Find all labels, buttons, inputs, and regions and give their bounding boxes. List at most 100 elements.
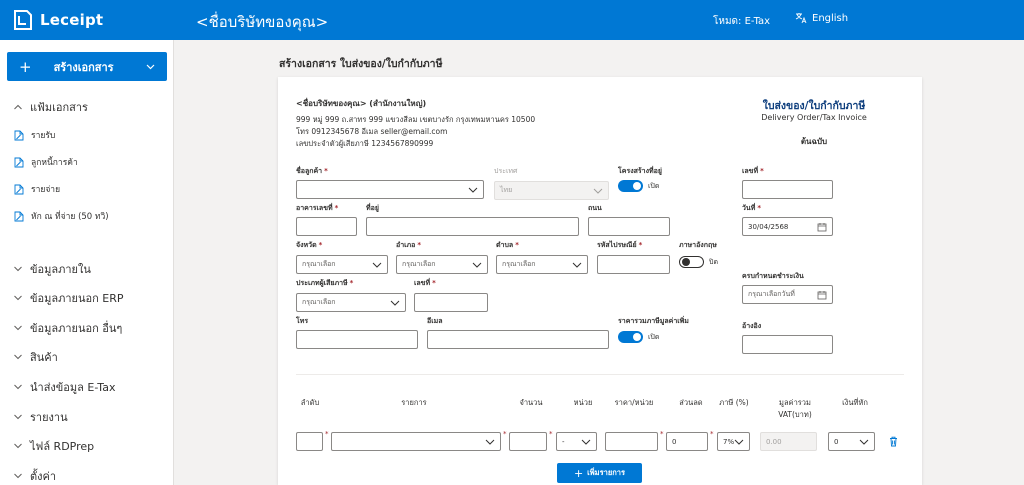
postcode-input[interactable]	[597, 255, 670, 274]
sidebar-group-products[interactable]: สินค้า	[12, 348, 58, 366]
sidebar-item-expenses[interactable]: รายจ่าย	[14, 182, 60, 196]
reference-input[interactable]	[742, 335, 833, 354]
language-switch[interactable]: English	[795, 12, 848, 24]
item-unit-select[interactable]: -	[556, 432, 597, 451]
doc-number-input[interactable]	[742, 180, 833, 199]
toggle-knob	[633, 333, 641, 341]
country-label: ประเทศ	[494, 167, 518, 175]
vat-included-state: เปิด	[648, 333, 660, 341]
chevron-down-icon	[472, 262, 482, 268]
sidebar-group-erp-data[interactable]: ข้อมูลภายนอก ERP	[12, 289, 124, 307]
subdistrict-select[interactable]: กรุณาเลือก	[496, 255, 588, 274]
address-structure-toggle[interactable]	[618, 180, 643, 192]
english-toggle[interactable]	[679, 256, 704, 268]
delete-icon[interactable]	[889, 436, 898, 447]
company-address: 999 หมู่ 999 ถ.สาทร 999 แขวงสีลม เขตบางร…	[296, 115, 536, 124]
due-date-label: ครบกำหนดชำระเงิน	[742, 272, 804, 280]
company-name: <ชื่อบริษัทของคุณ> (สำนักงานใหญ่)	[296, 99, 427, 108]
sidebar-group-label: นำส่งข้อมูล E-Tax	[30, 381, 116, 394]
item-description-combobox[interactable]	[331, 432, 501, 451]
add-item-button[interactable]: + เพิ่มรายการ	[557, 463, 642, 483]
district-select[interactable]: กรุณาเลือก	[396, 255, 488, 274]
item-withholding-select[interactable]: 0	[828, 432, 875, 451]
road-input[interactable]	[588, 217, 670, 236]
chevron-down-icon	[14, 325, 22, 331]
chevron-down-icon	[468, 187, 478, 193]
item-no-input[interactable]	[296, 432, 323, 451]
required-mark: *	[660, 430, 664, 438]
item-discount-value: 0	[672, 437, 677, 446]
chevron-down-icon	[581, 439, 591, 445]
tax-number-input[interactable]	[414, 293, 488, 312]
taxpayer-type-select[interactable]: กรุณาเลือก	[296, 293, 406, 312]
create-document-button[interactable]: + สร้างเอกสาร	[7, 52, 167, 81]
chevron-down-icon	[372, 262, 382, 268]
province-select[interactable]: กรุณาเลือก	[296, 255, 388, 274]
chevron-down-icon	[734, 439, 744, 445]
col-header-item: รายการ	[401, 398, 427, 407]
item-discount-input[interactable]: 0	[666, 432, 708, 451]
chevron-down-icon	[390, 300, 400, 306]
page-title: สร้างเอกสาร ใบส่งของ/ใบกำกับภาษี	[279, 58, 443, 70]
required-mark: *	[549, 430, 553, 438]
create-document-label: สร้างเอกสาร	[53, 60, 114, 74]
chevron-down-icon	[14, 443, 22, 449]
phone-input[interactable]	[296, 330, 418, 349]
chevron-down-icon	[14, 295, 22, 301]
sidebar-group-label: ข้อมูลภายนอก อื่นๆ	[30, 322, 123, 335]
sidebar-group-other-data[interactable]: ข้อมูลภายนอก อื่นๆ	[12, 319, 122, 337]
customer-name-combobox[interactable]	[296, 180, 484, 199]
address-structure-state: เปิด	[648, 182, 660, 190]
document-icon	[14, 184, 24, 194]
sidebar-item-label: ลูกหนี้การค้า	[31, 158, 78, 168]
taxpayer-type-label: ประเภทผู้เสียภาษี *	[296, 279, 354, 287]
app-logo[interactable]: Leceipt	[12, 9, 103, 31]
english-label: ภาษาอังกฤษ	[679, 241, 717, 249]
building-no-input[interactable]	[296, 217, 357, 236]
sidebar-item-label: รายรับ	[31, 131, 56, 141]
document-form-card: <ชื่อบริษัทของคุณ> (สำนักงานใหญ่) 999 หม…	[278, 77, 922, 485]
sidebar-item-receivables[interactable]: ลูกหนี้การค้า	[14, 155, 78, 169]
col-header-vat: ภาษี (%)	[719, 398, 749, 407]
vat-included-toggle[interactable]	[618, 331, 643, 343]
document-icon	[14, 130, 24, 140]
sidebar-group-label: แฟ้มเอกสาร	[30, 101, 88, 114]
sidebar-group-rdprep[interactable]: ไฟล์ RDPrep	[12, 437, 94, 455]
country-select[interactable]: ไทย	[494, 181, 609, 200]
plus-icon: +	[19, 57, 32, 76]
due-date-picker[interactable]: กรุณาเลือกวันที่	[742, 285, 833, 304]
subdistrict-label: ตำบล *	[496, 241, 519, 249]
date-picker[interactable]: 30/04/2568	[742, 217, 833, 236]
sidebar-group-internal-data[interactable]: ข้อมูลภายใน	[12, 260, 91, 278]
province-label: จังหวัด *	[296, 241, 323, 249]
toggle-knob	[682, 258, 690, 266]
item-vat-select[interactable]: 7%	[717, 432, 750, 451]
calendar-icon	[817, 223, 827, 232]
chevron-down-icon	[572, 262, 582, 268]
email-input[interactable]	[427, 330, 609, 349]
plus-icon: +	[573, 466, 584, 480]
district-label: อำเภอ *	[396, 241, 422, 249]
postcode-label: รหัสไปรษณีย์ *	[597, 241, 643, 249]
country-value: ไทย	[500, 186, 513, 194]
sidebar-group-reports[interactable]: รายงาน	[12, 408, 68, 426]
calendar-icon	[817, 291, 827, 300]
date-value: 30/04/2568	[748, 222, 789, 231]
doc-number-label: เลขที่ *	[742, 167, 764, 175]
required-mark: *	[503, 430, 507, 438]
item-unit-price-input[interactable]	[605, 432, 658, 451]
item-vat-value: 7%	[723, 437, 735, 446]
sidebar-item-income[interactable]: รายรับ	[14, 128, 55, 142]
sidebar-group-documents[interactable]: แฟ้มเอกสาร	[12, 98, 88, 116]
mode-label[interactable]: โหมด: E-Tax	[713, 14, 770, 29]
sidebar-group-etax-submit[interactable]: นำส่งข้อมูล E-Tax	[12, 378, 115, 396]
address-input[interactable]	[366, 217, 579, 236]
sidebar-item-withholding[interactable]: หัก ณ ที่จ่าย (50 ทวิ)	[14, 209, 109, 223]
top-bar: Leceipt <ชื่อบริษัทของคุณ> โหมด: E-Tax E…	[0, 0, 1024, 40]
company-tax-id: เลขประจำตัวผู้เสียภาษี 1234567890999	[296, 139, 434, 148]
item-quantity-input[interactable]	[509, 432, 547, 451]
toggle-knob	[633, 182, 641, 190]
app-name: Leceipt	[40, 11, 104, 29]
sidebar-group-settings[interactable]: ตั้งค่า	[12, 467, 56, 485]
chevron-down-icon	[485, 439, 495, 445]
